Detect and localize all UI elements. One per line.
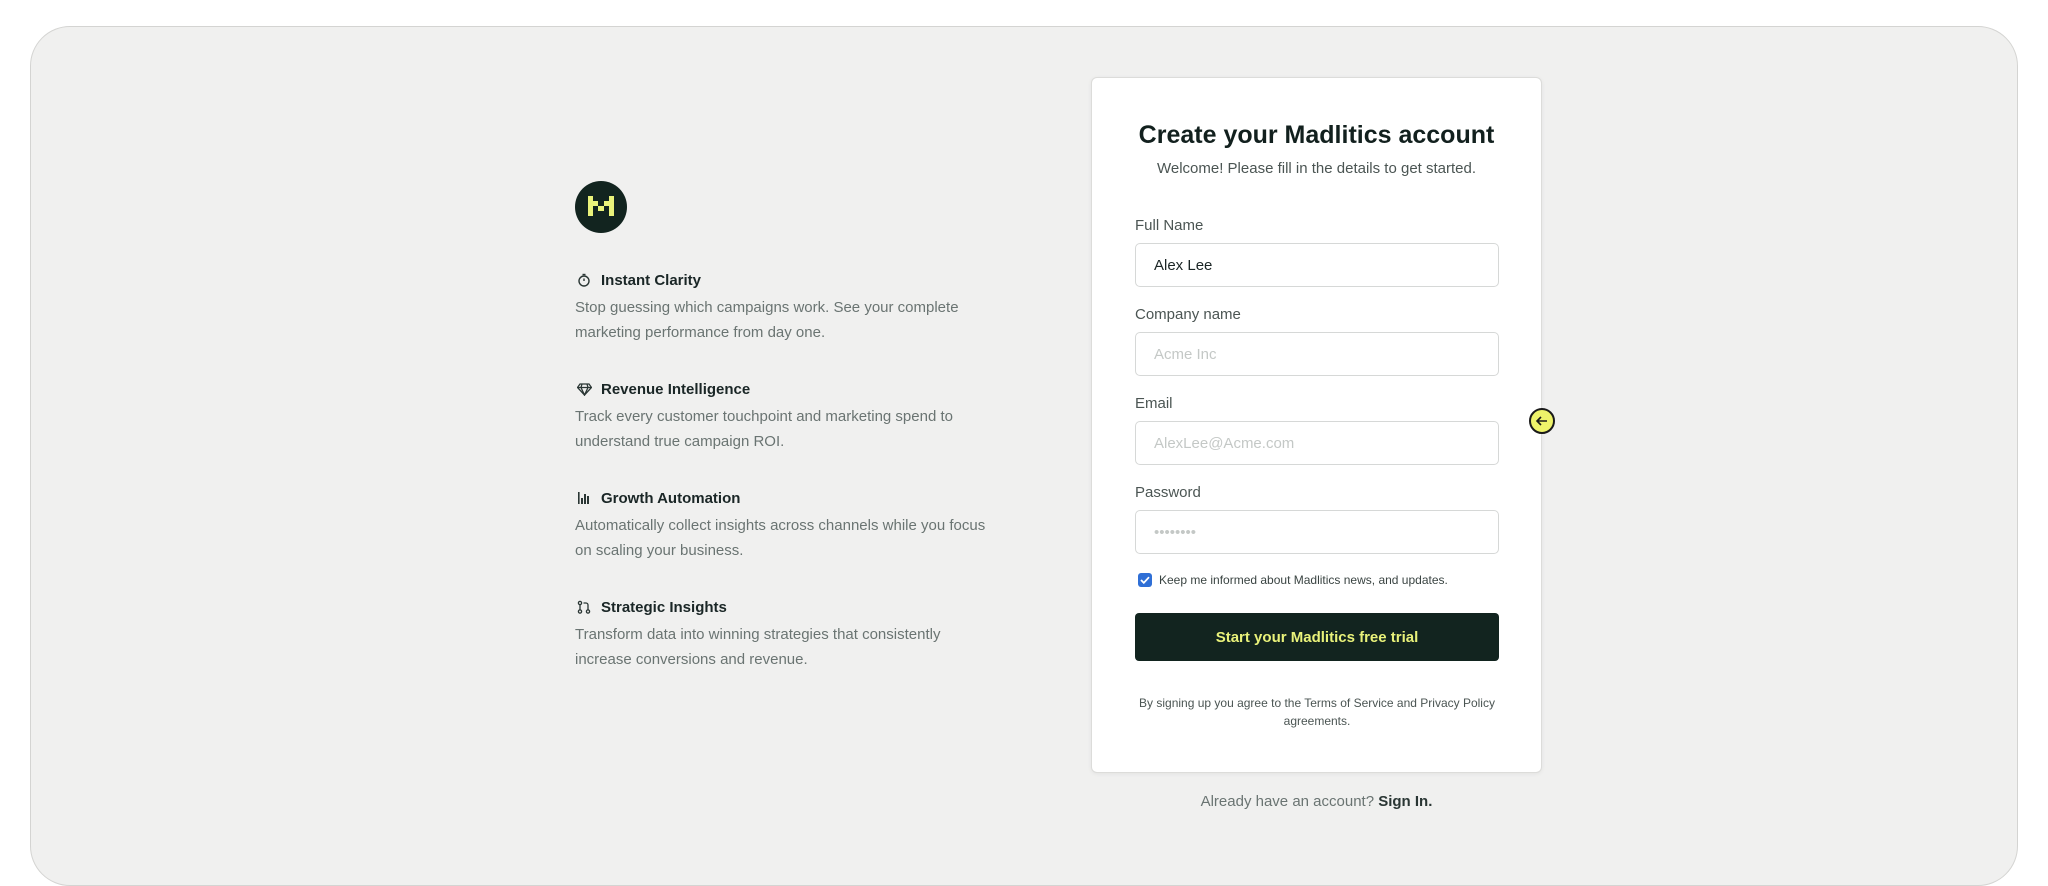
newsletter-row: Keep me informed about Madlitics news, a… [1138, 573, 1448, 587]
feature-description: Automatically collect insights across ch… [575, 517, 986, 559]
feature-description: Track every customer touchpoint and mark… [575, 408, 953, 450]
email-label: Email [1135, 395, 1173, 412]
arrow-left-icon[interactable] [1529, 408, 1555, 434]
feature-title: Revenue Intelligence [601, 380, 751, 398]
feature-description: Stop guessing which campaigns work. See … [575, 299, 959, 341]
form-subtitle: Welcome! Please fill in the details to g… [1156, 160, 1477, 177]
company-name-input[interactable] [1135, 332, 1499, 376]
feature-item: Strategic Insights Transform data into w… [575, 597, 995, 672]
signin-prompt: Already have an account? [1200, 793, 1375, 810]
password-input[interactable] [1135, 510, 1499, 554]
signin-row: Already have an account? Sign In. [1091, 793, 1542, 810]
form-title: Create your Madlitics account [1138, 121, 1495, 149]
newsletter-label: Keep me informed about Madlitics news, a… [1159, 573, 1448, 587]
feature-title: Growth Automation [601, 489, 741, 507]
feature-item: Instant Clarity Stop guessing which camp… [575, 270, 995, 345]
page-frame [30, 26, 2018, 886]
full-name-label: Full Name [1135, 217, 1204, 234]
terms-text: By signing up you agree to the Terms of … [1139, 696, 1495, 728]
password-label: Password [1135, 484, 1201, 501]
diamond-icon [575, 380, 593, 398]
signup-card: Create your Madlitics account Welcome! P… [1091, 77, 1542, 773]
git-pull-request-icon [575, 598, 593, 616]
madlitics-logo [575, 181, 627, 233]
feature-title: Instant Clarity [601, 271, 702, 289]
feature-item: Revenue Intelligence Track every custome… [575, 379, 995, 454]
feature-item: Growth Automation Automatically collect … [575, 488, 995, 563]
feature-title: Strategic Insights [601, 598, 727, 616]
company-name-label: Company name [1135, 306, 1241, 323]
timer-icon [575, 271, 593, 289]
full-name-input[interactable] [1135, 243, 1499, 287]
feature-description: Transform data into winning strategies t… [575, 626, 941, 668]
bar-chart-icon [575, 489, 593, 507]
newsletter-checkbox[interactable] [1138, 573, 1152, 587]
email-input[interactable] [1135, 421, 1499, 465]
start-trial-button[interactable]: Start your Madlitics free trial [1135, 613, 1499, 661]
signin-link[interactable]: Sign In. [1378, 793, 1432, 810]
